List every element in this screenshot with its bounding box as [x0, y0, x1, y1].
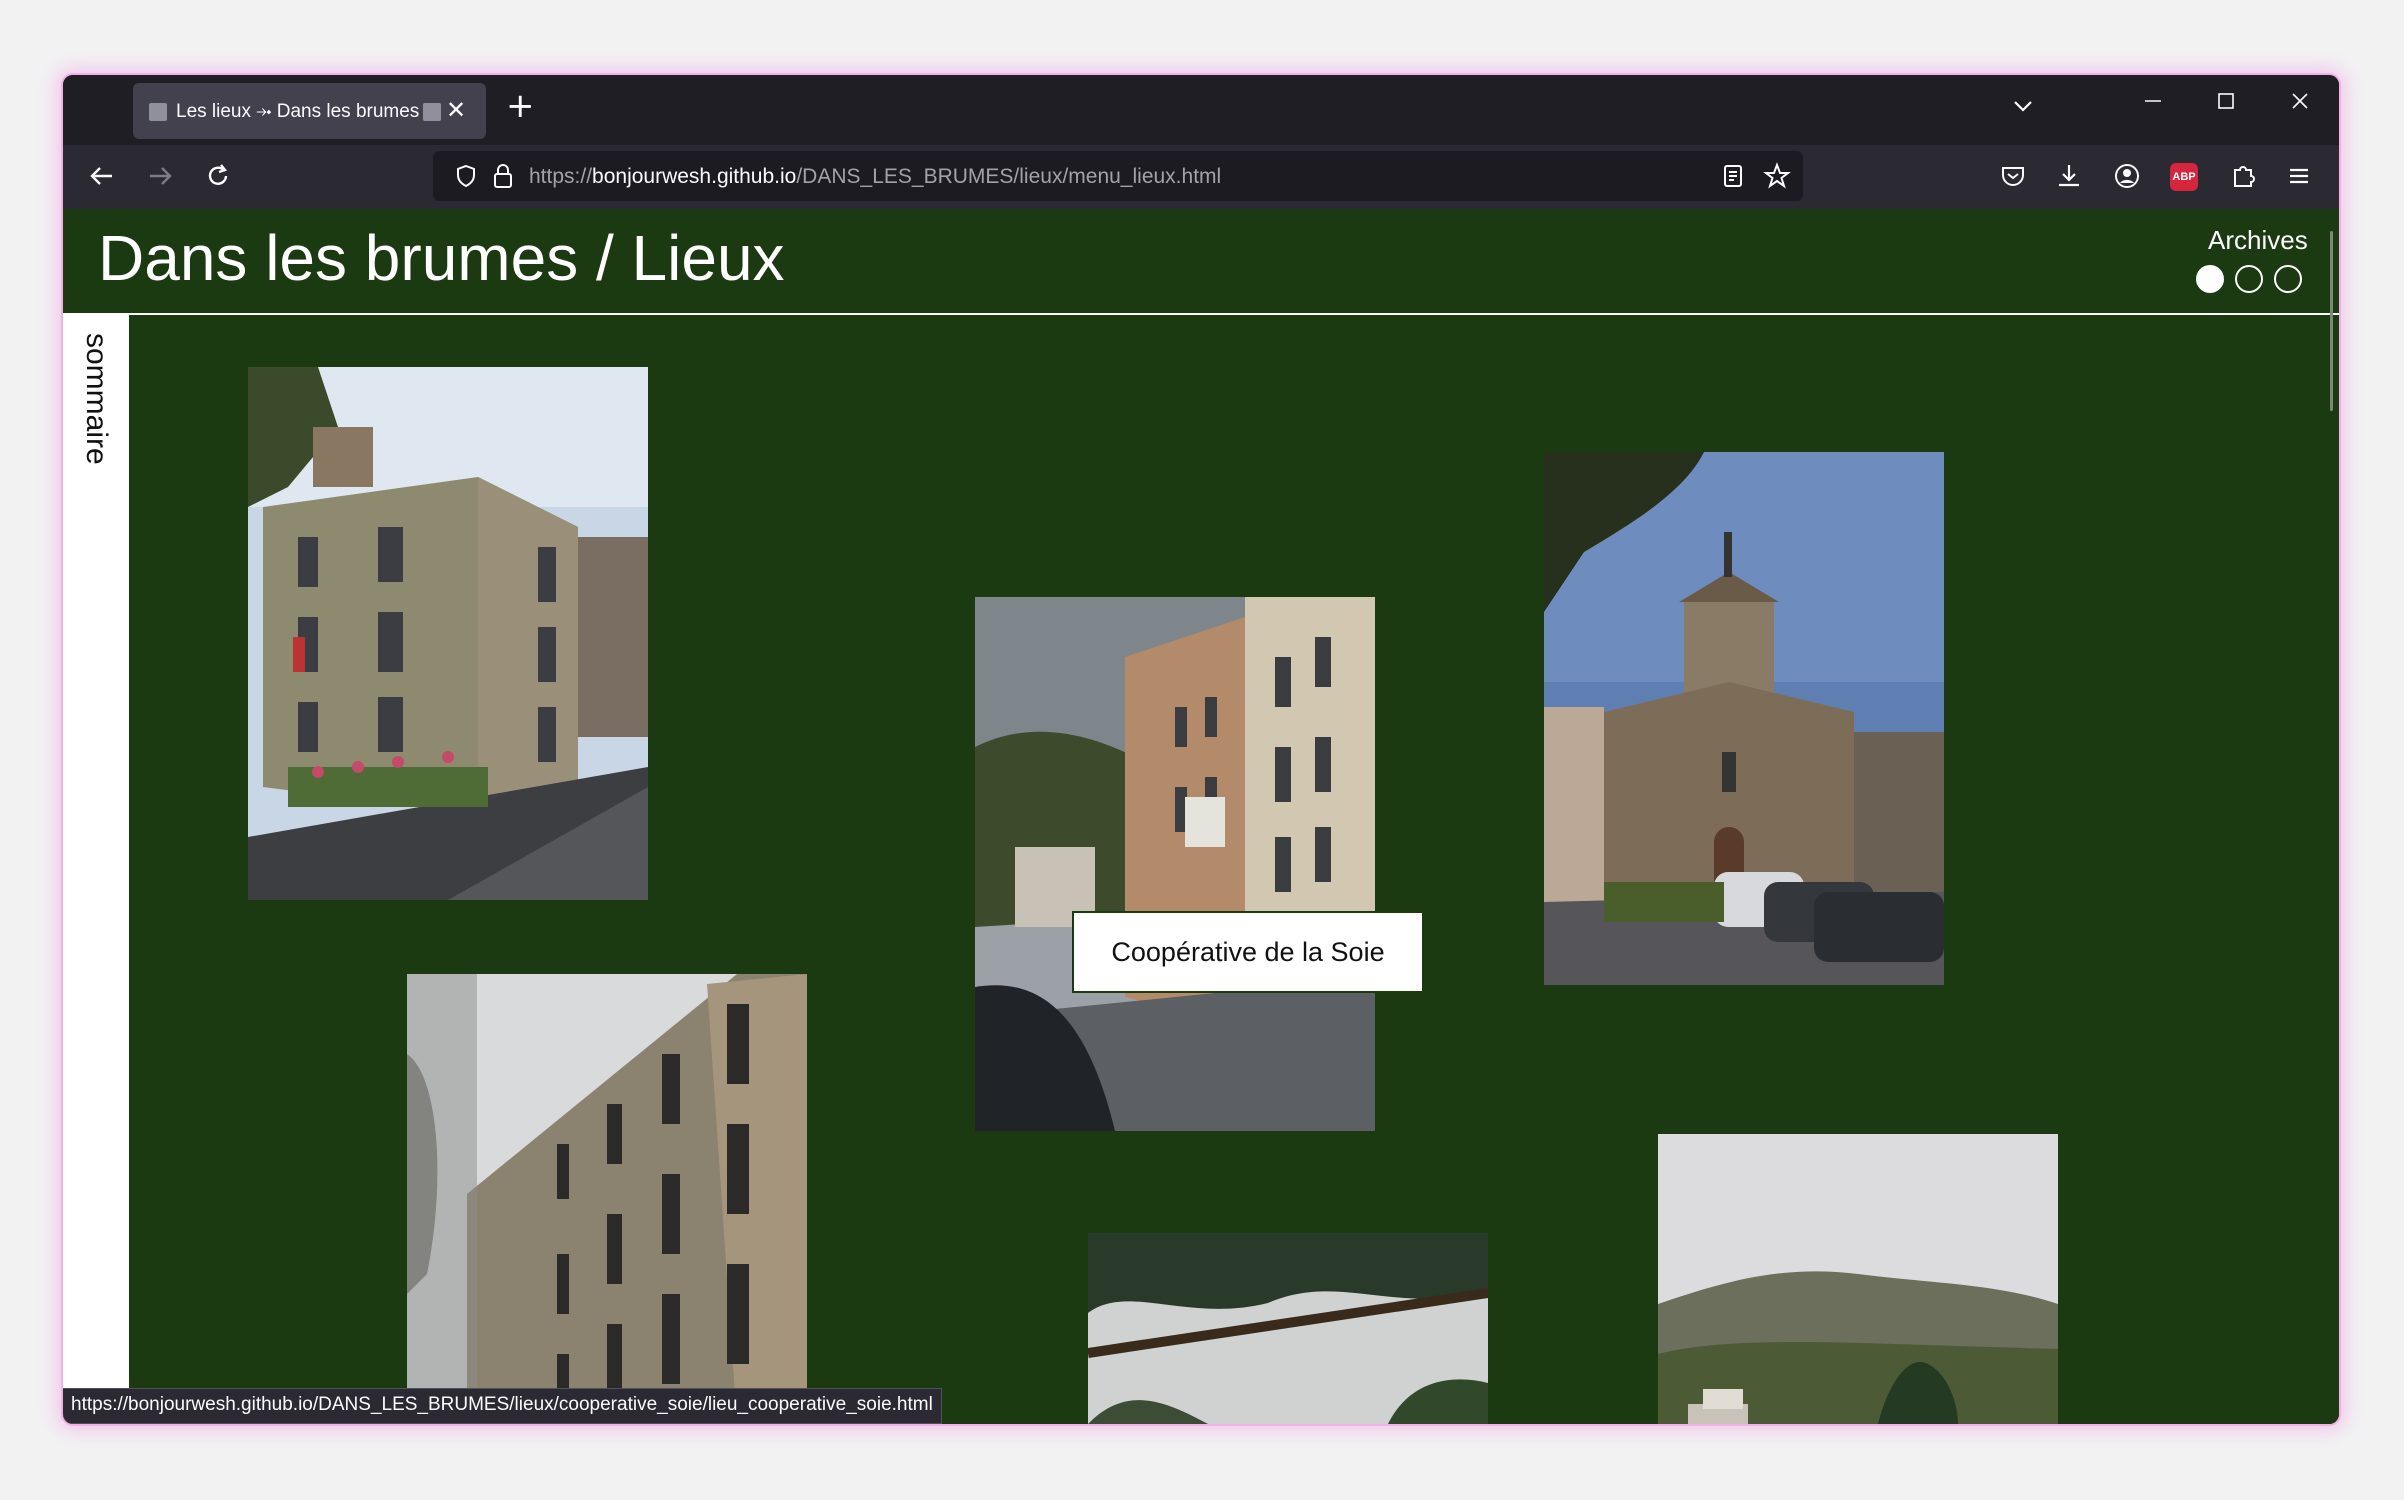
url-scheme: https://: [529, 165, 593, 188]
lock-icon[interactable]: [490, 162, 516, 190]
back-arrow-icon[interactable]: [87, 161, 117, 191]
reload-icon[interactable]: [203, 161, 233, 191]
tab-active[interactable]: Les lieux ⤞ Dans les brumes ✕: [133, 83, 486, 139]
url-path: /DANS_LES_BRUMES/lieux/menu_lieux.html: [796, 165, 1222, 188]
bookmark-star-icon[interactable]: [1763, 162, 1791, 190]
url-text[interactable]: https://bonjourwesh.github.io/DANS_LES_B…: [529, 165, 1221, 189]
downloads-icon[interactable]: [2054, 161, 2084, 191]
photo-apartment-building[interactable]: [248, 367, 648, 900]
header-divider: [63, 313, 2339, 315]
shield-icon[interactable]: [453, 163, 479, 189]
tab-title: Les lieux ⤞ Dans les brumes: [176, 101, 420, 122]
reader-view-icon[interactable]: [1721, 163, 1745, 189]
url-domain: bonjourwesh.github.io: [592, 165, 797, 188]
photo-church[interactable]: [1544, 452, 1944, 985]
tab-bar: Les lieux ⤞ Dans les brumes ✕ +: [63, 75, 2339, 145]
status-bar-url: https://bonjourwesh.github.io/DANS_LES_B…: [63, 1388, 942, 1424]
photo-burnt-building[interactable]: [407, 974, 807, 1424]
close-tab-icon[interactable]: ✕: [446, 96, 466, 125]
sidebar[interactable]: sommaire: [63, 315, 129, 1424]
pocket-icon[interactable]: [1998, 161, 2028, 191]
photo-foggy-hill[interactable]: [1658, 1134, 2058, 1424]
new-tab-button[interactable]: +: [506, 89, 535, 123]
sidebar-label[interactable]: sommaire: [79, 333, 113, 465]
account-icon[interactable]: [2112, 161, 2142, 191]
tab-list-chevron-icon[interactable]: [2010, 93, 2036, 119]
archive-dot-2[interactable]: [2235, 265, 2263, 293]
navigation-toolbar: https://bonjourwesh.github.io/DANS_LES_B…: [63, 145, 2339, 209]
hover-tooltip: Coopérative de la Soie: [1072, 911, 1424, 993]
adblock-plus-icon[interactable]: ABP: [2170, 163, 2198, 191]
favicon-icon: [149, 103, 167, 121]
scrollbar-thumb[interactable]: [2330, 231, 2333, 411]
photo-cooperative-street[interactable]: [975, 597, 1375, 1131]
page-content: Dans les brumes / Lieux Archives sommair…: [63, 209, 2339, 1424]
close-window-icon[interactable]: [2288, 89, 2312, 113]
address-bar[interactable]: https://bonjourwesh.github.io/DANS_LES_B…: [433, 151, 1803, 201]
page-title: Dans les brumes / Lieux: [98, 222, 785, 294]
archive-dot-3[interactable]: [2274, 265, 2302, 293]
archives-label[interactable]: Archives: [2208, 225, 2308, 256]
photo-trees[interactable]: [1088, 1233, 1488, 1424]
browser-window: Les lieux ⤞ Dans les brumes ✕ + https://…: [63, 75, 2339, 1424]
minimize-icon[interactable]: [2141, 89, 2165, 113]
sharing-indicator-icon: [423, 103, 441, 121]
maximize-icon[interactable]: [2214, 89, 2238, 113]
forward-arrow-icon[interactable]: [145, 161, 175, 191]
extensions-puzzle-icon[interactable]: [2228, 161, 2258, 191]
menu-hamburger-icon[interactable]: [2284, 161, 2314, 191]
archive-dot-1[interactable]: [2196, 265, 2224, 293]
